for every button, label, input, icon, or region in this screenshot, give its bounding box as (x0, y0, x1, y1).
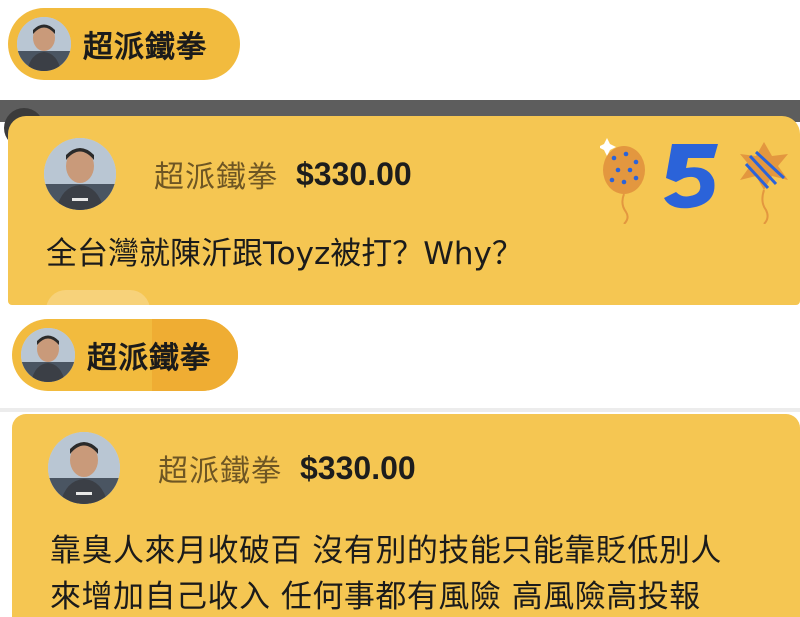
superchat-header: 超派鐵拳 $330.00 (48, 432, 416, 504)
reaction-chip[interactable] (46, 290, 150, 305)
superchat-amount: $330.00 (296, 155, 412, 192)
user-avatar-icon[interactable] (48, 432, 120, 504)
superchat-header: 超派鐵拳 $330.00 (44, 138, 412, 210)
superchat-amount: $330.00 (300, 449, 416, 486)
pill-username: 超派鐵拳 (83, 30, 207, 65)
superchat-ticker-pill[interactable]: 超派鐵拳 (8, 8, 240, 80)
user-avatar-icon[interactable] (44, 138, 116, 210)
pill-username: 超派鐵拳 (87, 341, 211, 376)
superchat-ticker-pill[interactable]: 超派鐵拳 (12, 319, 238, 391)
user-avatar-icon (21, 328, 75, 382)
chat-divider-light (0, 408, 800, 412)
superchat-username[interactable]: 超派鐵拳 (158, 446, 282, 490)
anniversary-5-balloons-icon (600, 138, 788, 224)
chat-screen: 超派鐵拳 超派鐵拳 $330.00 全台灣就陳沂跟Toyz被打？Why？ 超派鐵… (0, 0, 800, 617)
superchat-card: 超派鐵拳 $330.00 全台灣就陳沂跟Toyz被打？Why？ (8, 116, 800, 305)
superchat-username[interactable]: 超派鐵拳 (154, 152, 278, 196)
superchat-message: 靠臭人來月收破百 沒有別的技能只能靠貶低別人 來增加自己收入 任何事都有風險 高… (50, 533, 722, 615)
user-avatar-icon (17, 17, 71, 71)
superchat-card: 超派鐵拳 $330.00 靠臭人來月收破百 沒有別的技能只能靠貶低別人 來增加自… (12, 414, 800, 617)
superchat-message: 全台灣就陳沂跟Toyz被打？Why？ (46, 236, 523, 272)
